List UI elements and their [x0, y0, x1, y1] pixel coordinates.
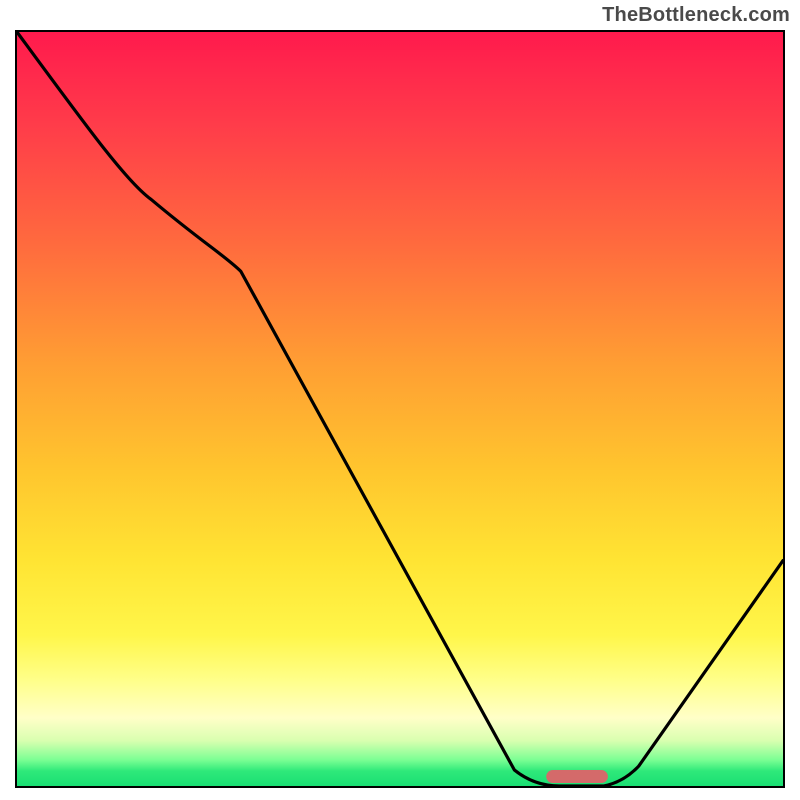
- bottleneck-curve: [17, 32, 783, 786]
- watermark-text: TheBottleneck.com: [602, 4, 790, 27]
- optimal-range-marker: [546, 770, 608, 783]
- plot-area: [15, 30, 785, 788]
- chart-container: TheBottleneck.com: [0, 0, 800, 800]
